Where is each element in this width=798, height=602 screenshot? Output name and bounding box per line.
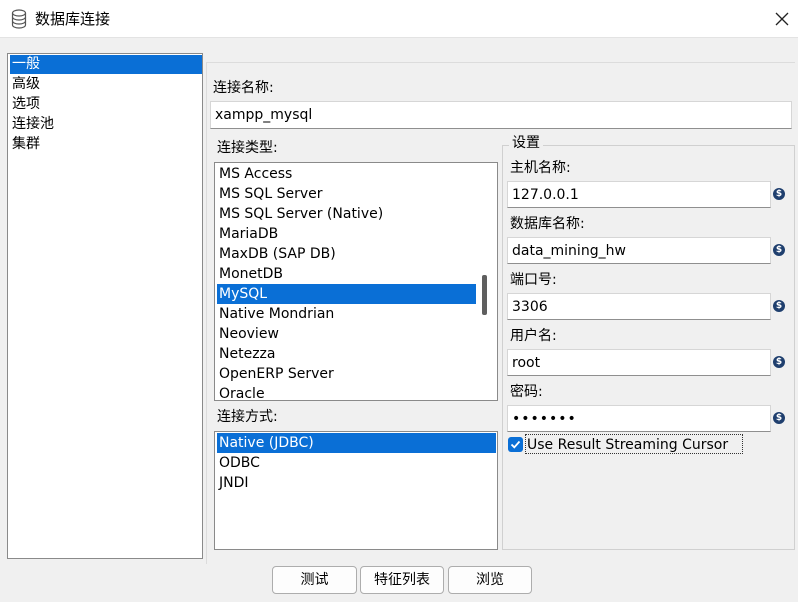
list-item-selected[interactable]: MySQL bbox=[217, 284, 476, 304]
list-item[interactable]: MS SQL Server bbox=[217, 184, 476, 204]
list-item[interactable]: JNDI bbox=[217, 473, 496, 493]
password-input[interactable]: ••••••• bbox=[507, 405, 771, 432]
connection-type-label: 连接类型: bbox=[217, 140, 278, 156]
close-button[interactable] bbox=[770, 7, 794, 31]
list-item[interactable]: Native Mondrian bbox=[217, 304, 476, 324]
list-item[interactable]: Neoview bbox=[217, 324, 476, 344]
sidebar-item-pooling[interactable]: 连接池 bbox=[10, 115, 202, 134]
title-bar: 数据库连接 bbox=[0, 0, 798, 38]
sidebar-item-general[interactable]: 一般 bbox=[10, 55, 202, 74]
list-item[interactable]: MS SQL Server (Native) bbox=[217, 204, 476, 224]
variable-icon[interactable]: $ bbox=[773, 412, 785, 424]
browse-button[interactable]: 浏览 bbox=[448, 566, 532, 594]
settings-group-title: 设置 bbox=[509, 133, 543, 153]
test-button[interactable]: 测试 bbox=[272, 566, 357, 594]
list-scrollbar-thumb[interactable] bbox=[482, 275, 487, 315]
password-label: 密码: bbox=[510, 384, 543, 400]
database-name-label: 数据库名称: bbox=[510, 216, 585, 232]
list-item[interactable]: OpenERP Server bbox=[217, 364, 476, 384]
list-item[interactable]: MariaDB bbox=[217, 224, 476, 244]
database-icon bbox=[11, 9, 27, 29]
streaming-cursor-checkbox[interactable] bbox=[508, 437, 523, 452]
port-label: 端口号: bbox=[510, 272, 557, 288]
list-item[interactable]: MaxDB (SAP DB) bbox=[217, 244, 476, 264]
variable-icon[interactable]: $ bbox=[773, 300, 785, 312]
list-item[interactable]: MonetDB bbox=[217, 264, 476, 284]
connection-name-label: 连接名称: bbox=[213, 80, 274, 96]
host-label: 主机名称: bbox=[510, 160, 571, 176]
connection-type-list[interactable]: MS Access MS SQL Server MS SQL Server (N… bbox=[214, 162, 498, 401]
variable-icon[interactable]: $ bbox=[773, 356, 785, 368]
port-input[interactable]: 3306 bbox=[507, 293, 771, 320]
streaming-cursor-label[interactable]: Use Result Streaming Cursor bbox=[525, 434, 743, 454]
connection-name-input[interactable]: xampp_mysql bbox=[210, 101, 792, 129]
list-item[interactable]: Netezza bbox=[217, 344, 476, 364]
list-item[interactable]: Oracle bbox=[217, 384, 476, 400]
host-input[interactable]: 127.0.0.1 bbox=[507, 181, 771, 208]
variable-icon[interactable]: $ bbox=[773, 188, 785, 200]
database-name-input[interactable]: data_mining_hw bbox=[507, 237, 771, 264]
variable-icon[interactable]: $ bbox=[773, 244, 785, 256]
sidebar-nav: 一般 高级 选项 连接池 集群 bbox=[7, 53, 203, 559]
list-item[interactable]: ODBC bbox=[217, 453, 496, 473]
username-input[interactable]: root bbox=[507, 349, 771, 376]
close-icon bbox=[775, 12, 789, 26]
window-title: 数据库连接 bbox=[35, 10, 111, 28]
sidebar-item-cluster[interactable]: 集群 bbox=[10, 135, 202, 154]
list-item[interactable]: MS Access bbox=[217, 164, 476, 184]
access-method-label: 连接方式: bbox=[217, 409, 278, 425]
sidebar-item-advanced[interactable]: 高级 bbox=[10, 75, 202, 94]
list-item-selected[interactable]: Native (JDBC) bbox=[217, 433, 496, 453]
username-label: 用户名: bbox=[510, 328, 557, 344]
checkmark-icon bbox=[510, 440, 521, 449]
sidebar-item-options[interactable]: 选项 bbox=[10, 95, 202, 114]
access-method-list[interactable]: Native (JDBC) ODBC JNDI bbox=[214, 431, 498, 550]
feature-list-button[interactable]: 特征列表 bbox=[360, 566, 444, 594]
